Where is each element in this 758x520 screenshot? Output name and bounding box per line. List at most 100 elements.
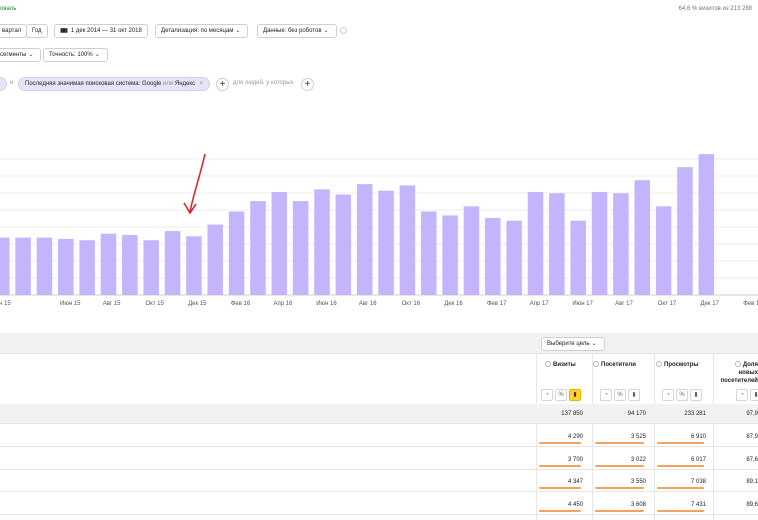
pie-icon[interactable]: ◔ bbox=[600, 389, 612, 401]
bar-icon[interactable]: ▮ bbox=[690, 389, 702, 401]
percent-icon[interactable]: % bbox=[614, 389, 626, 401]
bar-icon[interactable]: ▮ bbox=[750, 389, 758, 401]
table-row[interactable]: 4 347 3 550 7 038 89,1 bbox=[0, 472, 758, 492]
annotation-arrow-line bbox=[189, 153, 206, 213]
x-tick-label: Июн 17 bbox=[572, 301, 593, 307]
table-row[interactable]: 3 700 3 022 6 017 87,6 bbox=[0, 450, 758, 470]
chart-bar[interactable] bbox=[442, 215, 458, 295]
bar-icon[interactable]: ▮ bbox=[569, 389, 581, 401]
column-header-visitors[interactable]: Посетители bbox=[593, 361, 636, 369]
chart-bar[interactable] bbox=[677, 167, 693, 295]
chart-bar[interactable] bbox=[655, 206, 672, 295]
goal-select-label: Выберите цель bbox=[547, 341, 590, 347]
chart-bar[interactable] bbox=[527, 191, 544, 295]
x-tick-label: Апр 16 bbox=[274, 301, 294, 307]
chart-bar[interactable] bbox=[207, 224, 224, 295]
x-tick-label: Апр 17 bbox=[530, 301, 550, 307]
x-tick-label: Авг 15 bbox=[103, 301, 121, 307]
table-cell: 4 290 bbox=[537, 427, 583, 447]
chart-bar[interactable] bbox=[0, 237, 10, 295]
bar-icon[interactable]: ▮ bbox=[628, 389, 640, 401]
radio-icon[interactable] bbox=[656, 361, 662, 367]
pie-icon[interactable]: ◔ bbox=[662, 389, 674, 401]
chart-bar[interactable] bbox=[186, 236, 202, 295]
chevron-down-icon: ⌄ bbox=[94, 52, 100, 58]
chart-bar[interactable] bbox=[314, 189, 330, 295]
chart-bar[interactable] bbox=[549, 193, 565, 295]
detail-dropdown[interactable]: Детализация: по месяцам ⌄ bbox=[155, 24, 249, 38]
percent-icon[interactable]: % bbox=[676, 389, 688, 401]
segments-dropdown[interactable]: сегменты ⌄ bbox=[0, 48, 42, 62]
table-cell: 3 700 bbox=[537, 450, 583, 470]
table-cell: 3 608 bbox=[593, 495, 646, 515]
goal-select[interactable]: Выберите цель ⌄ bbox=[541, 337, 605, 351]
table-row[interactable]: 4 290 3 525 6 910 87,9 bbox=[0, 427, 758, 447]
x-tick-label: Окт 16 bbox=[402, 301, 421, 307]
chart-bar[interactable] bbox=[100, 233, 117, 295]
chart-bar[interactable] bbox=[485, 218, 501, 295]
chart-bar[interactable] bbox=[271, 191, 288, 295]
and-connector: и bbox=[10, 80, 14, 86]
quarter-button[interactable]: вартал bbox=[0, 24, 28, 38]
period-button[interactable]: ▮▮▮ 1 дек 2014 — 31 окт 2018 bbox=[54, 24, 148, 38]
pie-icon[interactable]: ◔ bbox=[541, 389, 553, 401]
chart-bar[interactable] bbox=[506, 220, 522, 295]
chart-bar[interactable] bbox=[421, 211, 437, 295]
data-label: Данные: без роботов bbox=[263, 28, 322, 34]
add-segment-button[interactable]: + bbox=[301, 78, 314, 91]
chart-bar[interactable] bbox=[399, 185, 416, 295]
chart-bar[interactable] bbox=[122, 235, 138, 295]
segment-chip-partial[interactable] bbox=[0, 77, 7, 91]
chart-bar[interactable] bbox=[698, 154, 715, 295]
table-cell: 6 910 bbox=[655, 427, 706, 447]
chart-bar[interactable] bbox=[228, 211, 245, 295]
share-bar bbox=[539, 509, 581, 512]
chart-bar[interactable] bbox=[79, 240, 95, 295]
chart-bar[interactable] bbox=[292, 201, 309, 295]
column-header-visits[interactable]: Визиты bbox=[545, 361, 576, 369]
chart-bar[interactable] bbox=[36, 237, 53, 295]
add-condition-button[interactable]: + bbox=[216, 78, 229, 91]
share-bar bbox=[657, 442, 704, 444]
total-row[interactable]: 137 850 94 170 233 281 97,9 bbox=[0, 404, 758, 424]
chart-bar[interactable] bbox=[250, 201, 266, 295]
chart-bar[interactable] bbox=[58, 238, 74, 295]
chart-bar[interactable] bbox=[356, 184, 373, 295]
year-button[interactable]: Год bbox=[26, 24, 48, 38]
close-icon[interactable]: × bbox=[200, 81, 204, 87]
share-bar bbox=[657, 509, 704, 512]
chart-bar[interactable] bbox=[591, 191, 608, 295]
pie-icon[interactable]: ◔ bbox=[736, 389, 748, 401]
data-dropdown[interactable]: Данные: без роботов ⌄ bbox=[257, 24, 337, 38]
x-tick-label: Авг 17 bbox=[615, 301, 633, 307]
column-header-new-visitors[interactable]: Доля новых посетителей bbox=[715, 361, 758, 385]
chart-bar[interactable] bbox=[570, 220, 586, 295]
year-label: Год bbox=[32, 28, 42, 34]
chart-bar[interactable] bbox=[634, 180, 651, 295]
table-cell: 3 525 bbox=[593, 427, 646, 447]
share-bar bbox=[595, 509, 644, 512]
top-left-link[interactable]: оваль bbox=[0, 6, 16, 12]
x-tick-label: н 15 bbox=[0, 301, 11, 307]
chart-bar[interactable] bbox=[335, 194, 352, 295]
percent-icon[interactable]: % bbox=[555, 389, 567, 401]
chart-bar[interactable] bbox=[15, 237, 31, 295]
chevron-down-icon: ⌄ bbox=[591, 341, 597, 347]
table-cell: 3 022 bbox=[593, 450, 646, 470]
chart-bar[interactable] bbox=[164, 231, 181, 295]
radio-icon[interactable] bbox=[593, 361, 599, 367]
chart-bar[interactable] bbox=[378, 190, 394, 295]
segment-chip-search-engine[interactable]: Последняя значимая поисковая система: Go… bbox=[18, 77, 211, 91]
table-row[interactable]: 4 450 3 608 7 431 89,6 bbox=[0, 495, 758, 515]
chart-bar[interactable] bbox=[143, 240, 159, 295]
radio-icon[interactable] bbox=[545, 361, 551, 367]
table-cell: 87,6 bbox=[746, 456, 758, 463]
table-cell: 7 038 bbox=[655, 472, 706, 492]
chart-bar[interactable] bbox=[613, 193, 629, 295]
accuracy-dropdown[interactable]: Точность: 100% ⌄ bbox=[43, 48, 108, 62]
column-header-pageviews[interactable]: Просмотры bbox=[656, 361, 699, 369]
help-icon[interactable] bbox=[340, 27, 347, 34]
chart-bar[interactable] bbox=[463, 206, 480, 295]
x-tick-label: Окт 15 bbox=[145, 301, 164, 307]
radio-icon[interactable] bbox=[734, 361, 741, 367]
